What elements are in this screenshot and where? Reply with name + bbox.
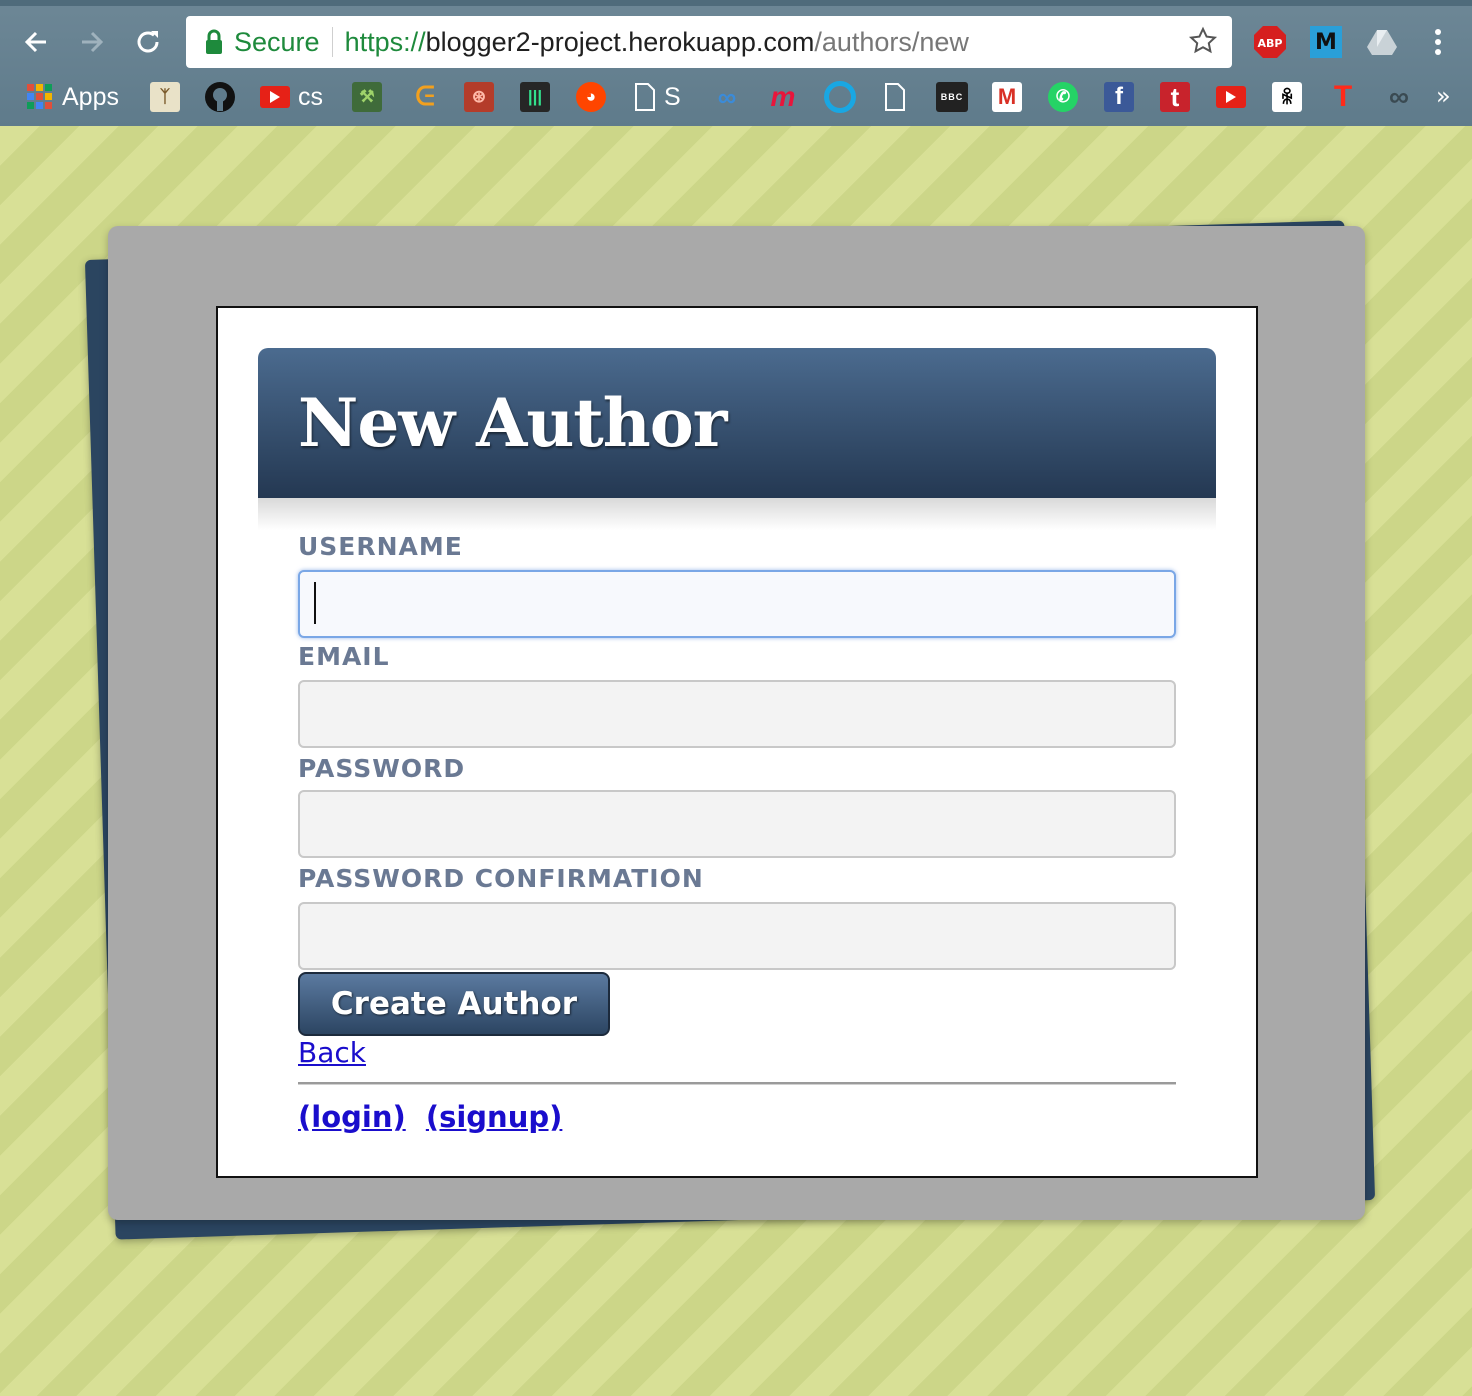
bookmark-bbc[interactable]: BBC	[936, 80, 968, 114]
viking-icon: ᛉ	[150, 82, 180, 112]
login-link[interactable]: (login)	[298, 1100, 406, 1134]
password-confirmation-field[interactable]	[298, 902, 1176, 970]
bookmark-leetcode[interactable]: ᕮ	[410, 80, 440, 114]
bookmark-infinity-blue[interactable]: ∞	[712, 80, 742, 114]
bars-icon: |||	[520, 82, 550, 112]
page-icon	[885, 83, 905, 111]
lock-icon	[206, 29, 222, 54]
t-logo-icon: T	[1333, 80, 1353, 113]
password-field[interactable]	[298, 790, 1176, 858]
password-confirmation-label: PASSWORD CONFIRMATION	[298, 864, 704, 893]
bookmark-star-icon[interactable]	[1188, 26, 1218, 56]
back-link[interactable]: Back	[298, 1036, 366, 1069]
username-label: USERNAME	[298, 532, 463, 561]
gmail-icon: M	[992, 82, 1022, 112]
ring-icon	[824, 81, 856, 113]
whatsapp-icon: ✆	[1048, 82, 1078, 112]
pickaxe-icon: ⚒	[352, 82, 382, 112]
bookmarks-overflow-icon[interactable]: »	[1436, 82, 1451, 110]
page-title: New Author	[298, 384, 728, 462]
password-label: PASSWORD	[298, 754, 466, 783]
omnibox-divider	[331, 27, 333, 57]
bookmark-whatsapp[interactable]: ✆	[1048, 80, 1078, 114]
bookmark-apps-label: Apps	[62, 82, 119, 111]
header-banner: New Author	[258, 348, 1216, 498]
bookmark-s[interactable]: S	[634, 80, 681, 114]
stickfigure-icon: ꆜ	[1272, 82, 1302, 112]
bookmark-reddit[interactable]: ◕	[576, 80, 606, 114]
bookmark-tumblr[interactable]: t	[1160, 80, 1190, 114]
forward-nav-icon[interactable]	[74, 24, 110, 60]
bookmark-apps[interactable]: Apps	[26, 80, 119, 114]
page-icon	[635, 83, 655, 111]
drive-extension-icon[interactable]	[1364, 24, 1400, 60]
bookmark-cs-label: cs	[298, 82, 323, 111]
footer-divider	[298, 1082, 1176, 1085]
browser-chrome: Secure https://blogger2-project.herokuap…	[0, 0, 1472, 126]
bookmark-github[interactable]	[204, 80, 236, 114]
bookmark-facebook[interactable]: f	[1104, 80, 1134, 114]
leetcode-icon: ᕮ	[415, 81, 435, 111]
speakerdeck-icon: ⊛	[464, 82, 494, 112]
bookmark-youtube-cs[interactable]: cs	[260, 80, 323, 114]
email-field[interactable]	[298, 680, 1176, 748]
tumblr-icon: t	[1160, 82, 1190, 112]
bbc-icon: BBC	[936, 82, 968, 112]
bookmark-viking[interactable]: ᛉ	[150, 80, 180, 114]
infinity-icon: ∞	[717, 81, 737, 112]
tab-strip	[0, 0, 1472, 6]
adblock-extension-icon[interactable]: ABP	[1252, 24, 1288, 60]
bookmark-t-red[interactable]: T	[1328, 80, 1358, 114]
bookmark-m-red[interactable]: m	[768, 80, 798, 114]
m-logo-icon: m	[770, 81, 796, 112]
email-label: EMAIL	[298, 642, 390, 671]
address-bar[interactable]: Secure https://blogger2-project.herokuap…	[186, 16, 1232, 68]
create-author-button[interactable]: Create Author	[298, 972, 610, 1036]
url-host: blogger2-project.herokuapp.com	[425, 26, 815, 57]
auth-links: (login) (signup)	[298, 1100, 572, 1134]
reddit-icon: ◕	[576, 82, 606, 112]
github-icon	[205, 82, 235, 112]
bookmark-bars[interactable]: |||	[520, 80, 550, 114]
bookmark-gmail[interactable]: M	[992, 80, 1022, 114]
bookmark-pickaxe[interactable]: ⚒	[352, 80, 382, 114]
menu-kebab-icon[interactable]	[1420, 24, 1456, 60]
reload-icon[interactable]	[130, 24, 166, 60]
url-scheme: https://	[344, 26, 426, 57]
bookmark-youtube[interactable]	[1216, 80, 1246, 114]
signup-link[interactable]: (signup)	[426, 1100, 563, 1134]
secure-label: Secure	[234, 26, 320, 57]
bookmark-infinity-dark[interactable]: ∞	[1384, 80, 1414, 114]
url-path: /authors/new	[814, 26, 969, 57]
apps-grid-icon	[27, 84, 52, 109]
text-cursor	[314, 582, 316, 624]
banner-shadow	[258, 498, 1216, 530]
facebook-icon: f	[1104, 82, 1134, 112]
youtube-icon	[1216, 86, 1246, 108]
bookmark-ring[interactable]	[824, 80, 856, 114]
username-field[interactable]	[298, 570, 1176, 638]
bookmark-speaker[interactable]: ⊛	[464, 80, 494, 114]
bookmark-s-label: S	[664, 82, 681, 111]
infinity-icon: ∞	[1389, 81, 1409, 112]
bookmark-page[interactable]	[884, 80, 906, 114]
svg-text:ABP: ABP	[1258, 37, 1283, 50]
youtube-icon	[260, 86, 290, 108]
m-extension-icon[interactable]: M	[1308, 24, 1344, 60]
back-nav-icon[interactable]	[18, 24, 54, 60]
bookmark-xkcd[interactable]: ꆜ	[1272, 80, 1302, 114]
